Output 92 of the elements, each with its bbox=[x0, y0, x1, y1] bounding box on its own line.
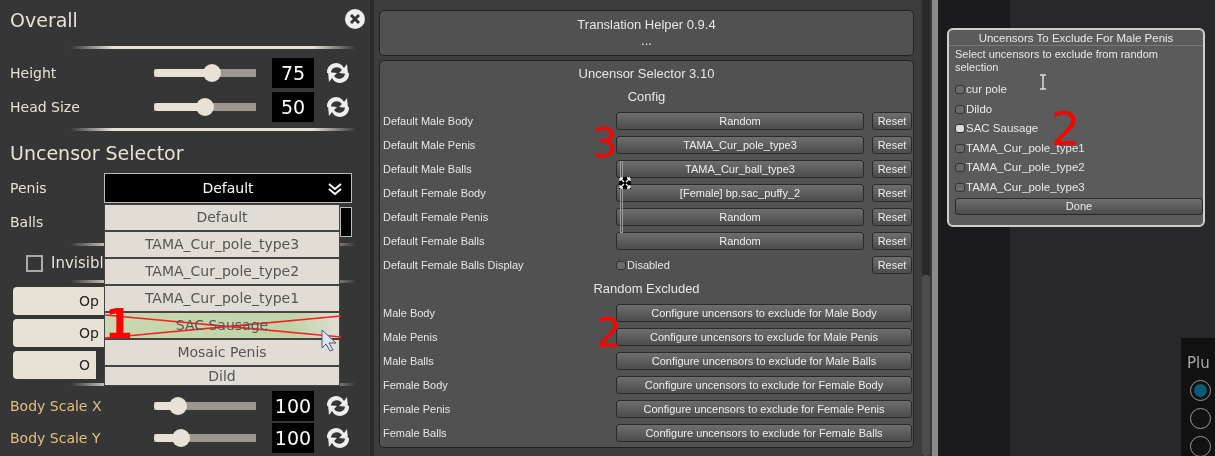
setting-label: Default Male Penis bbox=[383, 138, 476, 151]
setting-label: Default Female Balls Display bbox=[383, 258, 524, 271]
reset-button[interactable]: Reset bbox=[872, 112, 912, 130]
close-button[interactable] bbox=[344, 8, 366, 30]
setting-label: Default Female Penis bbox=[383, 210, 489, 223]
dropdown[interactable] bbox=[340, 207, 352, 237]
dialog-title: Uncensors To Exclude For Male Penis bbox=[949, 30, 1203, 46]
reset-button[interactable] bbox=[324, 95, 352, 119]
setting-label: Male Body bbox=[383, 306, 435, 319]
checkbox-label: Disabled bbox=[627, 257, 670, 273]
panel-title: Uncensor Selector 3.10 bbox=[577, 65, 716, 83]
setting-label: Default Female Balls bbox=[383, 234, 485, 247]
panel-subtitle: ... bbox=[640, 33, 653, 49]
option-button[interactable]: Op bbox=[13, 287, 105, 315]
value-button[interactable]: TAMA_Cur_pole_type3 bbox=[616, 136, 864, 154]
slider-label: Body Scale Y bbox=[10, 428, 102, 448]
configure-button[interactable]: Configure uncensors to exclude for Male Balls bbox=[616, 352, 912, 370]
value-button[interactable]: TAMA_Cur_ball_type3 bbox=[616, 160, 864, 178]
panel-title: Translation Helper 0.9.4 bbox=[576, 17, 717, 33]
slider-label: Height bbox=[10, 63, 58, 83]
checkbox-label: SAC Sausage bbox=[966, 121, 1039, 137]
slider-handle[interactable] bbox=[203, 64, 222, 82]
setting-label: Female Penis bbox=[383, 402, 451, 415]
dialog-description: Select uncensors to exclude from random selection bbox=[955, 48, 1159, 74]
setting-label: Female Balls bbox=[383, 426, 447, 439]
option-button[interactable]: Op bbox=[13, 319, 105, 347]
setting-label: Male Balls bbox=[383, 354, 434, 367]
dropdown-option[interactable]: Mosaic Penis bbox=[104, 339, 340, 366]
slider-handle[interactable] bbox=[196, 98, 214, 116]
chevron-icon bbox=[327, 182, 343, 196]
section-heading: Config bbox=[626, 88, 667, 106]
setting-label: Default Male Balls bbox=[383, 162, 472, 175]
slider-handle[interactable] bbox=[171, 429, 190, 447]
configure-button[interactable]: Configure uncensors to exclude for Female Penis bbox=[616, 400, 912, 418]
checkbox-label: Dildo bbox=[966, 101, 993, 117]
panel-title: Overall bbox=[10, 8, 78, 33]
checkbox-label: cur pole bbox=[966, 82, 1007, 98]
reset-button[interactable] bbox=[324, 394, 352, 418]
pointer-cursor-icon bbox=[321, 329, 338, 352]
dropdown-label: Balls bbox=[10, 212, 45, 232]
reset-button[interactable]: Reset bbox=[872, 232, 912, 250]
section-title: Uncensor Selector bbox=[10, 141, 185, 166]
text-cursor-icon bbox=[1039, 74, 1047, 90]
value-field[interactable]: 100 bbox=[272, 391, 314, 421]
done-button[interactable]: Done bbox=[955, 198, 1203, 215]
checkbox-label: TAMA_Cur_pole_type3 bbox=[966, 179, 1085, 195]
setting-label: Male Penis bbox=[383, 330, 438, 343]
scrollbar-thumb[interactable] bbox=[922, 275, 930, 456]
slider-label: Body Scale X bbox=[10, 396, 103, 416]
value-button[interactable]: Random bbox=[616, 112, 864, 130]
setting-label: Female Body bbox=[383, 378, 448, 391]
configure-button[interactable]: Configure uncensors to exclude for Female Balls bbox=[616, 424, 912, 442]
reset-button[interactable]: Reset bbox=[872, 160, 912, 178]
annotation-number: 3 bbox=[592, 123, 618, 163]
value-field[interactable]: 50 bbox=[272, 92, 314, 122]
reset-button[interactable] bbox=[324, 426, 352, 450]
value-button[interactable]: [Female] bp.sac_puffy_2 bbox=[616, 184, 864, 202]
checkbox[interactable] bbox=[955, 85, 965, 95]
panel-title: Plu bbox=[1187, 353, 1211, 374]
checkbox[interactable] bbox=[955, 143, 965, 153]
reset-button[interactable]: Reset bbox=[872, 184, 912, 202]
dropdown-option[interactable]: TAMA_Cur_pole_type2 bbox=[104, 258, 340, 285]
setting-label: Default Male Body bbox=[383, 114, 473, 127]
configure-button[interactable]: Configure uncensors to exclude for Female Body bbox=[616, 376, 912, 394]
dropdown[interactable]: Default bbox=[104, 173, 352, 203]
value-button[interactable]: Random bbox=[616, 232, 864, 250]
checkbox[interactable] bbox=[955, 163, 965, 173]
option-button[interactable]: O bbox=[13, 351, 97, 379]
dropdown-label: Penis bbox=[10, 178, 48, 198]
checkbox[interactable] bbox=[955, 124, 965, 134]
setting-label: Default Female Body bbox=[383, 186, 486, 199]
reset-button[interactable]: Reset bbox=[872, 208, 912, 226]
slider-handle[interactable] bbox=[169, 397, 188, 415]
value-field[interactable]: 75 bbox=[272, 58, 314, 88]
configure-button[interactable]: Configure uncensors to exclude for Male Body bbox=[616, 304, 912, 322]
move-cursor-icon bbox=[619, 177, 631, 189]
reset-button[interactable] bbox=[324, 61, 352, 85]
reset-button[interactable]: Reset bbox=[872, 256, 912, 274]
reset-button[interactable]: Reset bbox=[872, 136, 912, 154]
checkbox[interactable] bbox=[955, 182, 965, 192]
value-field[interactable]: 100 bbox=[272, 423, 314, 453]
dropdown-option[interactable]: TAMA_Cur_pole_type3 bbox=[104, 231, 340, 258]
checkbox-label: TAMA_Cur_pole_type2 bbox=[966, 160, 1085, 176]
checkbox[interactable] bbox=[955, 104, 965, 114]
section-heading: Random Excluded bbox=[592, 280, 701, 298]
checkbox-label: Invisibl bbox=[51, 252, 104, 274]
slider-label: Head Size bbox=[10, 97, 81, 117]
checkbox[interactable] bbox=[616, 260, 626, 270]
checkbox[interactable] bbox=[26, 254, 43, 272]
dropdown-option[interactable]: Default bbox=[104, 204, 340, 231]
dropdown-option[interactable]: Dild bbox=[104, 366, 340, 386]
value-button[interactable]: Random bbox=[616, 208, 864, 226]
